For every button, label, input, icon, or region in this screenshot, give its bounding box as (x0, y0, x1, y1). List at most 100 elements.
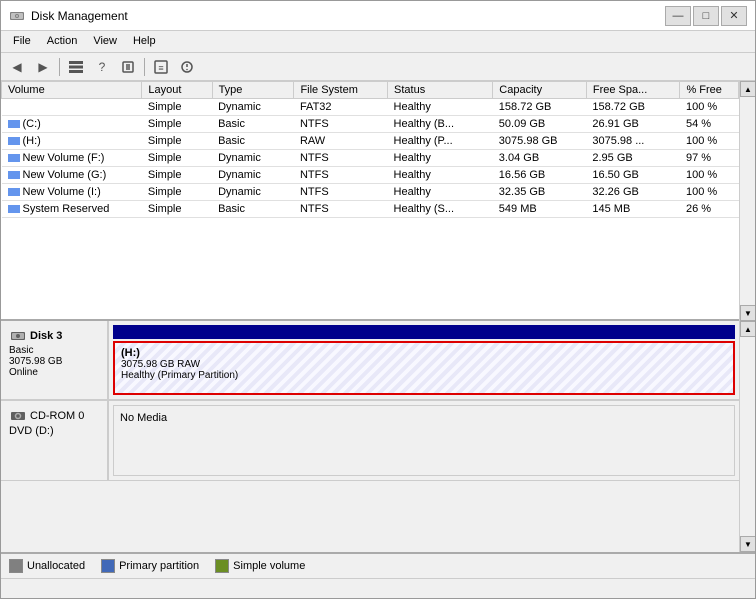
table-cell: Healthy (388, 99, 493, 116)
legend-simple-label: Simple volume (233, 560, 305, 572)
cdrom0-partitions: No Media (109, 401, 739, 480)
col-capacity: Capacity (493, 82, 587, 99)
table-cell: Simple (142, 167, 212, 184)
menu-file[interactable]: File (5, 33, 39, 50)
table-cell: 32.26 GB (586, 184, 680, 201)
title-bar-controls: — □ ✕ (665, 6, 747, 26)
volume-table: Volume Layout Type File System Status Ca… (1, 81, 739, 218)
table-cell: Healthy (S... (388, 201, 493, 218)
table-cell: NTFS (294, 201, 388, 218)
table-row[interactable]: (C:)SimpleBasicNTFSHealthy (B...50.09 GB… (2, 116, 739, 133)
disk-area-wrapper: Disk 3 Basic 3075.98 GB Online (H:) 3075… (1, 321, 755, 552)
scroll-down-btn[interactable]: ▼ (740, 305, 755, 321)
table-row[interactable]: New Volume (I:)SimpleDynamicNTFSHealthy3… (2, 184, 739, 201)
disk-scroll-up-btn[interactable]: ▲ (740, 321, 755, 337)
table-cell: NTFS (294, 167, 388, 184)
table-cell: Healthy (388, 167, 493, 184)
disk-scroll-down-btn[interactable]: ▼ (740, 536, 755, 552)
table-cell: Simple (142, 133, 212, 150)
volume-icon (8, 137, 20, 145)
toolbar-back-btn[interactable]: ◀ (5, 56, 29, 78)
table-cell: 2.95 GB (586, 150, 680, 167)
col-fs: File System (294, 82, 388, 99)
legend-simple-box (215, 559, 229, 573)
menu-action[interactable]: Action (39, 33, 86, 50)
toolbar-cmd2-btn[interactable] (175, 56, 199, 78)
col-status: Status (388, 82, 493, 99)
legend-unallocated-box (9, 559, 23, 573)
disk3-partition-block[interactable]: (H:) 3075.98 GB RAW Healthy (Primary Par… (113, 341, 735, 395)
legend-simple: Simple volume (215, 559, 305, 573)
table-cell: 97 % (680, 150, 739, 167)
table-cell: 100 % (680, 184, 739, 201)
cdrom0-type: DVD (D:) (9, 425, 99, 437)
title-bar: Disk Management — □ ✕ (1, 1, 755, 31)
table-cell: 54 % (680, 116, 739, 133)
table-row[interactable]: System ReservedSimpleBasicNTFSHealthy (S… (2, 201, 739, 218)
table-cell: Dynamic (212, 167, 294, 184)
table-cell: Simple (142, 150, 212, 167)
table-row[interactable]: New Volume (F:)SimpleDynamicNTFSHealthy3… (2, 150, 739, 167)
table-cell: NTFS (294, 184, 388, 201)
app-icon (9, 8, 25, 24)
disk-scrollbar[interactable]: ▲ ▼ (739, 321, 755, 552)
window-title: Disk Management (31, 9, 128, 23)
legend-primary-label: Primary partition (119, 560, 199, 572)
table-scrollbar[interactable]: ▲ ▼ (739, 81, 755, 321)
table-cell: 145 MB (586, 201, 680, 218)
volume-icon (8, 154, 20, 162)
disk3-size: 3075.98 GB (9, 356, 99, 367)
table-cell: Dynamic (212, 150, 294, 167)
volume-table-wrapper: Volume Layout Type File System Status Ca… (1, 81, 755, 321)
title-bar-left: Disk Management (9, 8, 128, 24)
table-cell: Healthy (P... (388, 133, 493, 150)
table-cell: Simple (142, 99, 212, 116)
toolbar-properties-btn[interactable] (116, 56, 140, 78)
table-row[interactable]: New Volume (G:)SimpleDynamicNTFSHealthy1… (2, 167, 739, 184)
cdrom0-icon (9, 407, 27, 425)
disk3-icon (9, 327, 27, 345)
legend-primary: Primary partition (101, 559, 199, 573)
volume-icon (8, 188, 20, 196)
close-button[interactable]: ✕ (721, 6, 747, 26)
cdrom0-name: CD-ROM 0 (30, 410, 84, 422)
toolbar-list-btn[interactable] (64, 56, 88, 78)
table-cell: Simple (142, 201, 212, 218)
cdrom0-row: CD-ROM 0 DVD (D:) No Media (1, 401, 739, 481)
minimize-button[interactable]: — (665, 6, 691, 26)
table-cell: Basic (212, 116, 294, 133)
table-cell: Healthy (B... (388, 116, 493, 133)
table-row[interactable]: SimpleDynamicFAT32Healthy158.72 GB158.72… (2, 99, 739, 116)
scroll-up-btn[interactable]: ▲ (740, 81, 755, 97)
toolbar-cmd1-btn[interactable]: ≡ (149, 56, 173, 78)
disk3-partitions: (H:) 3075.98 GB RAW Healthy (Primary Par… (109, 321, 739, 399)
disk3-label: Disk 3 Basic 3075.98 GB Online (1, 321, 109, 399)
maximize-button[interactable]: □ (693, 6, 719, 26)
main-content: Volume Layout Type File System Status Ca… (1, 81, 755, 578)
disk3-name: Disk 3 (30, 330, 62, 342)
table-row[interactable]: (H:)SimpleBasicRAWHealthy (P...3075.98 G… (2, 133, 739, 150)
menu-help[interactable]: Help (125, 33, 164, 50)
table-cell: 158.72 GB (493, 99, 587, 116)
cdrom0-no-media: No Media (113, 405, 735, 476)
table-cell: 549 MB (493, 201, 587, 218)
table-cell: 32.35 GB (493, 184, 587, 201)
legend-primary-box (101, 559, 115, 573)
table-cell: Basic (212, 201, 294, 218)
no-media-text: No Media (120, 412, 167, 424)
legend: Unallocated Primary partition Simple vol… (1, 552, 755, 578)
toolbar-sep-1 (59, 58, 60, 76)
disk-scroll-track (740, 337, 755, 536)
col-pct: % Free (680, 82, 739, 99)
disk3-row: Disk 3 Basic 3075.98 GB Online (H:) 3075… (1, 321, 739, 401)
toolbar-sep-2 (144, 58, 145, 76)
table-cell: NTFS (294, 116, 388, 133)
toolbar-forward-btn[interactable]: ▶ (31, 56, 55, 78)
table-cell: 3075.98 ... (586, 133, 680, 150)
menu-view[interactable]: View (85, 33, 125, 50)
table-cell: Healthy (388, 150, 493, 167)
table-cell: 50.09 GB (493, 116, 587, 133)
disk3-status: Online (9, 367, 99, 378)
col-type: Type (212, 82, 294, 99)
toolbar-help-btn[interactable]: ? (90, 56, 114, 78)
